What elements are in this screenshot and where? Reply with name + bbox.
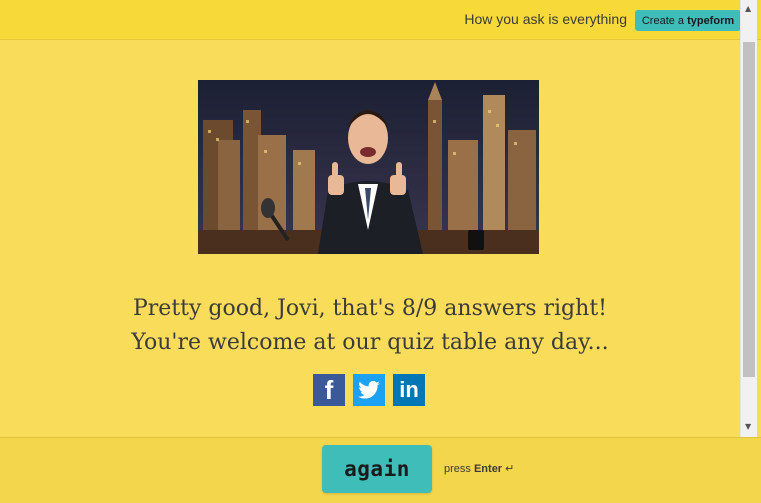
- enter-hint: press Enter ↵: [444, 462, 514, 475]
- twitter-bird-icon: [358, 381, 380, 399]
- hint-prefix: press: [444, 463, 471, 475]
- facebook-icon[interactable]: f: [313, 374, 345, 406]
- vertical-scrollbar[interactable]: ▲ ▼: [740, 0, 757, 437]
- share-buttons: f in: [313, 374, 425, 406]
- typeform-banner: How you ask is everything Create a typef…: [0, 0, 761, 40]
- twitter-icon[interactable]: [353, 374, 385, 406]
- scroll-down-icon[interactable]: ▼: [745, 422, 751, 431]
- celebration-image: [198, 80, 539, 254]
- enter-key-icon: ↵: [505, 463, 515, 475]
- hint-key: Enter: [473, 463, 503, 475]
- create-button-prefix: Create a: [641, 14, 685, 27]
- create-button-brand: typeform: [687, 14, 735, 27]
- create-typeform-button[interactable]: Create a typeform: [635, 10, 741, 31]
- linkedin-glyph: in: [399, 377, 419, 402]
- scrollbar-thumb[interactable]: [743, 42, 755, 377]
- banner-tagline: How you ask is everything: [464, 11, 627, 27]
- again-button[interactable]: again: [322, 445, 432, 493]
- result-message-line-2: You're welcome at our quiz table any day…: [131, 330, 609, 355]
- result-gif: [198, 80, 539, 254]
- facebook-glyph: f: [324, 374, 334, 405]
- result-message-line-1: Pretty good, Jovi, that's 8/9 answers ri…: [132, 296, 607, 321]
- scroll-up-icon[interactable]: ▲: [745, 4, 751, 13]
- linkedin-icon[interactable]: in: [393, 374, 425, 406]
- footer-bar: again press Enter ↵: [0, 437, 761, 503]
